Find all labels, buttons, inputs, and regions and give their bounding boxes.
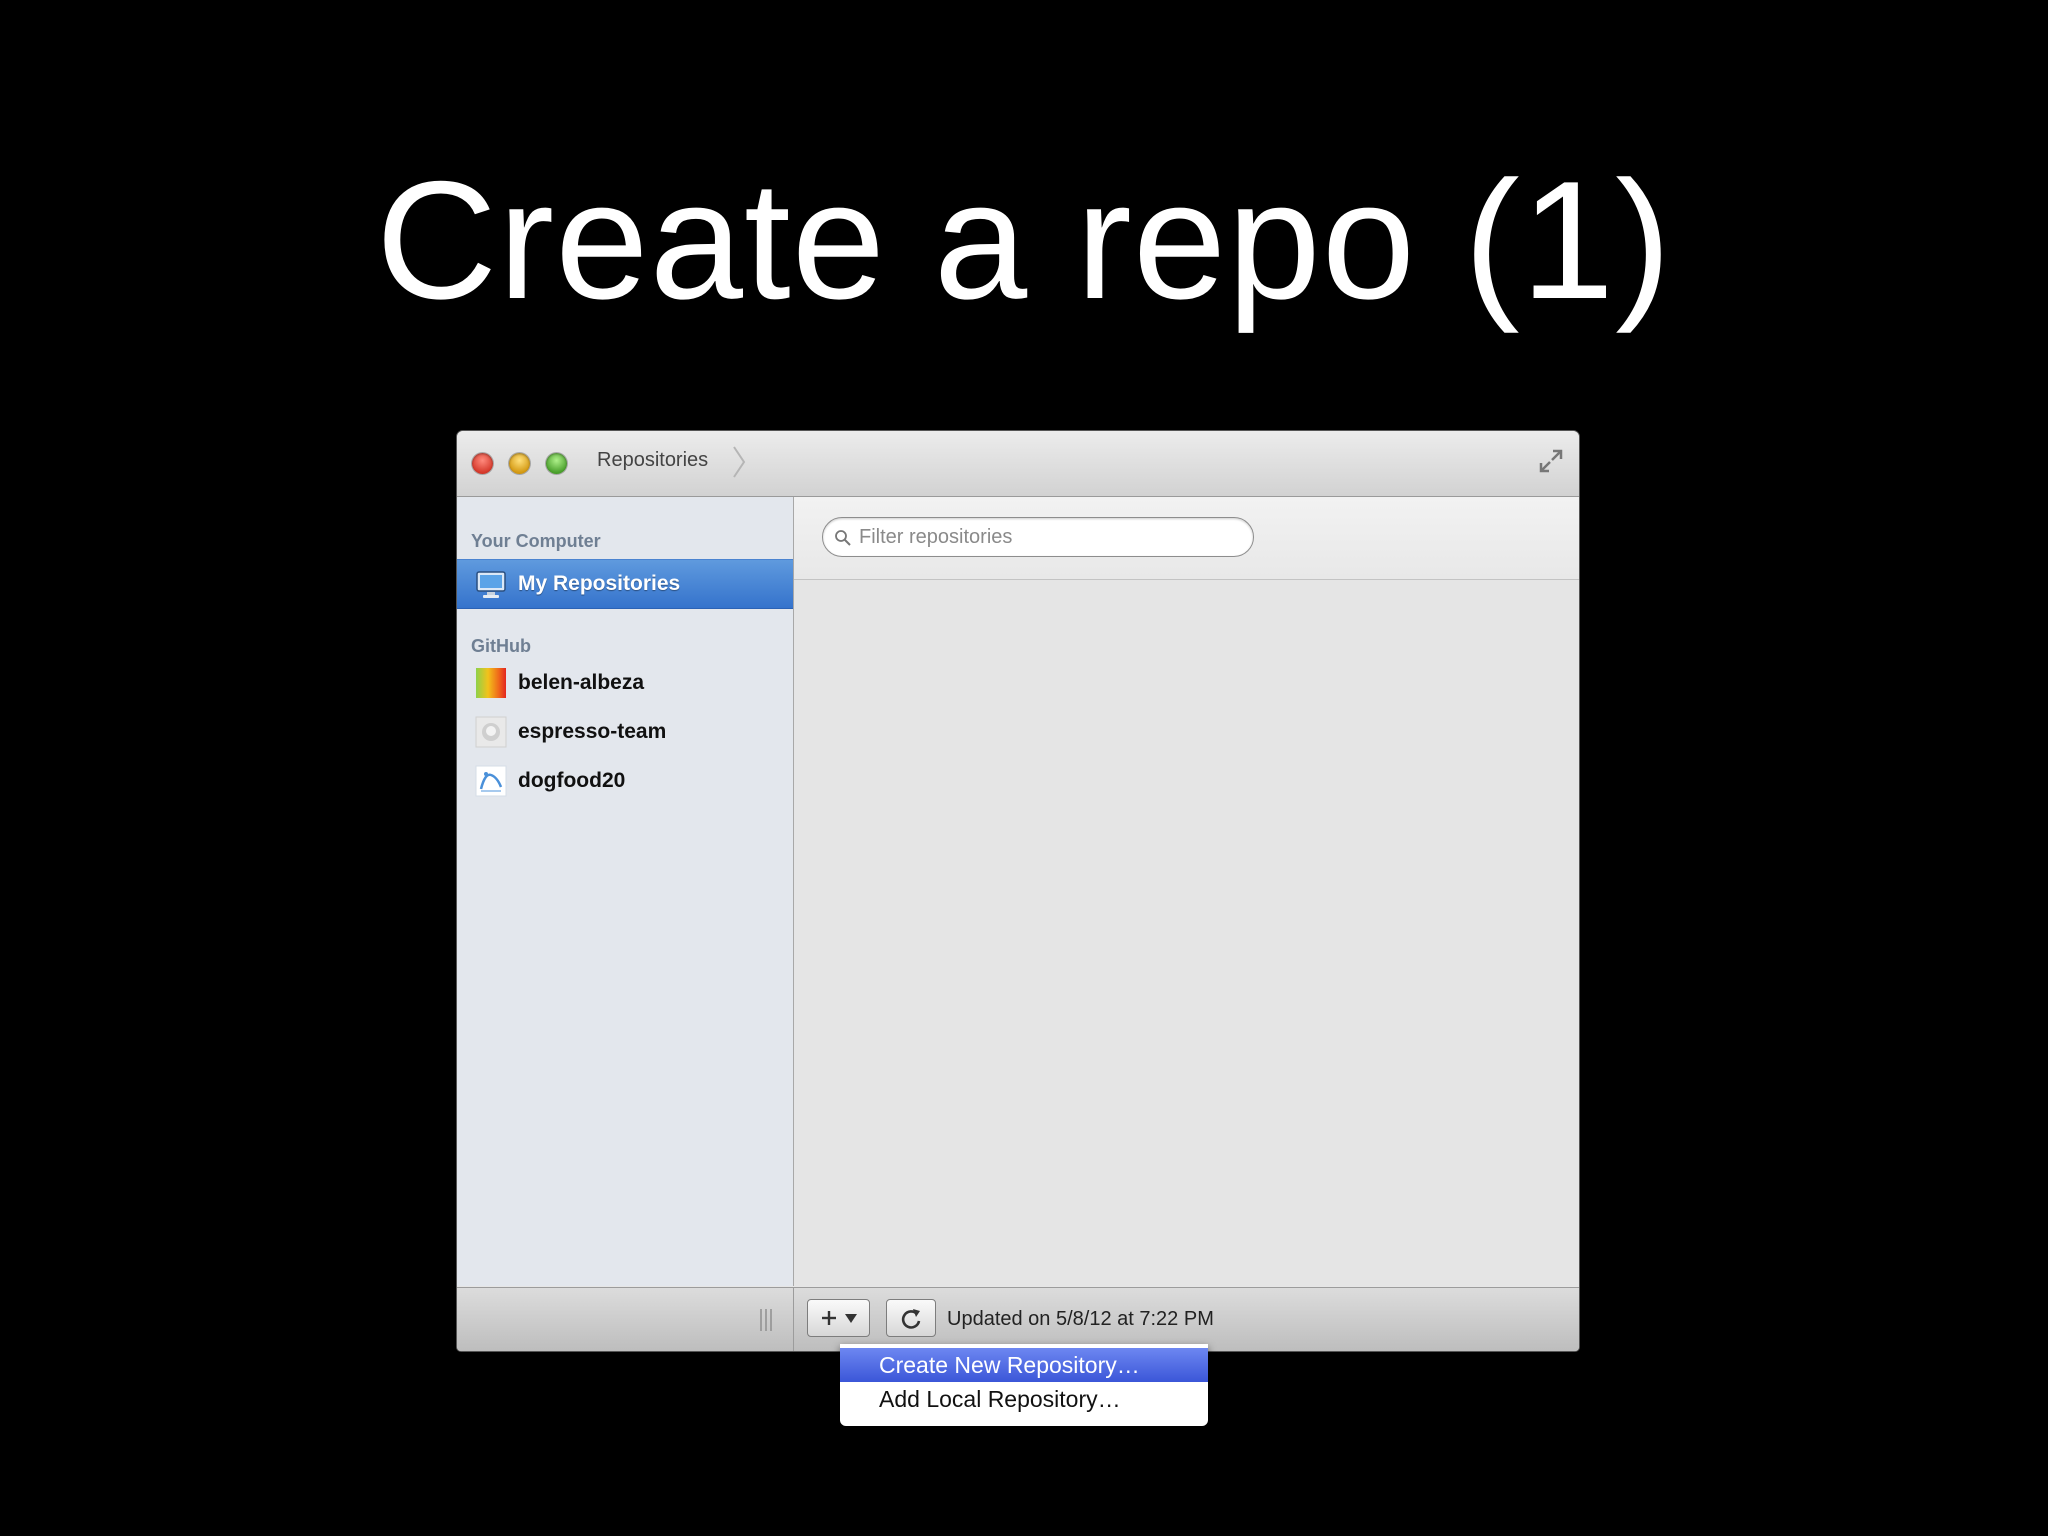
- close-window-button[interactable]: [472, 453, 493, 474]
- plus-icon: [822, 1311, 836, 1325]
- refresh-button[interactable]: [886, 1299, 936, 1337]
- monitor-icon: [476, 571, 506, 598]
- title-bar: Repositories: [457, 431, 1579, 497]
- app-window: Repositories Your Computer My Repositori…: [457, 431, 1579, 1351]
- avatar-gradient-icon: [476, 668, 506, 698]
- sidebar-item-dogfood20[interactable]: dogfood20: [457, 757, 793, 805]
- sidebar-group-your-computer: Your Computer: [471, 531, 601, 551]
- sidebar-group-github: GitHub: [471, 636, 531, 656]
- add-repository-menu: Create New Repository… Add Local Reposit…: [840, 1344, 1208, 1426]
- filter-bar: [794, 497, 1579, 580]
- bottom-toolbar: Updated on 5/8/12 at 7:22 PM: [457, 1287, 1579, 1351]
- repository-list-pane: [794, 497, 1579, 1286]
- filter-repositories-input[interactable]: [822, 517, 1254, 557]
- slide-title: Create a repo (1): [375, 146, 1673, 334]
- menu-item-add-local-repository[interactable]: Add Local Repository…: [840, 1382, 1208, 1416]
- zoom-window-button[interactable]: [546, 453, 567, 474]
- sidebar-item-label: belen-albeza: [518, 671, 645, 694]
- dropdown-arrow-icon: [845, 1314, 857, 1323]
- menu-item-create-new-repository[interactable]: Create New Repository…: [840, 1348, 1208, 1382]
- last-updated-status: Updated on 5/8/12 at 7:22 PM: [947, 1308, 1214, 1330]
- add-repository-button[interactable]: [807, 1299, 870, 1337]
- octocat-avatar-icon: [475, 716, 507, 748]
- resize-grip-icon[interactable]: [759, 1308, 773, 1332]
- sidebar: Your Computer My Repositories GitHub bel…: [457, 497, 794, 1286]
- sidebar-item-label: dogfood20: [518, 769, 626, 792]
- sidebar-item-label: My Repositories: [518, 572, 681, 595]
- refresh-icon: [901, 1309, 921, 1329]
- chevron-right-icon: [733, 446, 746, 478]
- search-icon: [835, 530, 851, 546]
- minimize-window-button[interactable]: [509, 453, 530, 474]
- sidebar-item-my-repositories[interactable]: My Repositories: [457, 559, 793, 609]
- sidebar-item-espresso-team[interactable]: espresso-team: [457, 708, 793, 756]
- toolbar-divider: [793, 1288, 794, 1351]
- sidebar-item-belen-albeza[interactable]: belen-albeza: [457, 659, 793, 707]
- lab-avatar-icon: [475, 765, 507, 797]
- sidebar-item-label: espresso-team: [518, 720, 667, 743]
- breadcrumb[interactable]: Repositories: [597, 449, 708, 472]
- fullscreen-icon[interactable]: [1537, 447, 1565, 475]
